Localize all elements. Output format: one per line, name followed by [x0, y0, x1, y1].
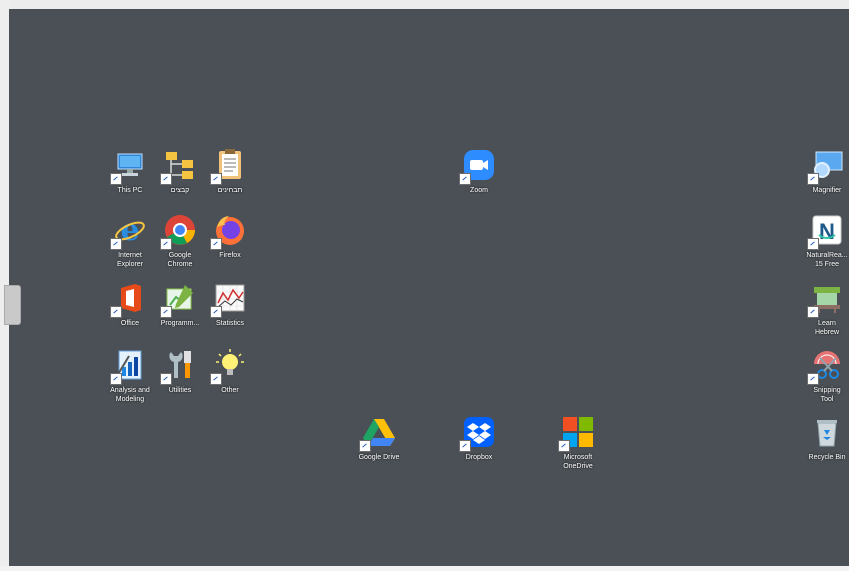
icon-label: Recycle Bin	[808, 454, 846, 461]
shortcut-arrow-icon	[459, 173, 471, 185]
google-drive-icon	[359, 415, 396, 452]
desktop-area[interactable]: This PC קבצים תבחינים e Internet Explore…	[9, 9, 849, 566]
shortcut-arrow-icon	[110, 173, 122, 185]
shortcut-arrow-icon	[807, 238, 819, 250]
desktop-icon-statistics[interactable]: Statistics	[199, 281, 261, 328]
icon-label: Statistics	[215, 320, 244, 327]
tools-icon	[160, 348, 197, 385]
shortcut-arrow-icon	[558, 440, 570, 452]
svg-text:e: e	[120, 213, 139, 247]
shortcut-arrow-icon	[160, 306, 172, 318]
shortcut-arrow-icon	[160, 373, 172, 385]
folder-tree-icon	[160, 148, 197, 185]
icon-label: Internet Explorer	[116, 252, 144, 268]
desktop-icon-naturalreader[interactable]: N NaturalRea... 15 Free	[796, 213, 849, 269]
shortcut-arrow-icon	[160, 173, 172, 185]
firefox-icon	[210, 213, 247, 250]
shortcut-arrow-icon	[110, 373, 122, 385]
window-top-border	[0, 0, 849, 9]
icon-label: Firefox	[219, 252, 241, 259]
icon-label: Zoom	[470, 187, 488, 194]
icon-label: Snipping Tool	[813, 387, 841, 403]
icon-label: Google Chrome	[167, 252, 193, 268]
computer-icon	[110, 148, 147, 185]
icon-label: קבצים	[170, 187, 190, 194]
desktop-icon-magnifier[interactable]: Magnifier	[796, 148, 849, 195]
office-icon	[110, 281, 147, 318]
icon-label: NaturalRea... 15 Free	[806, 252, 848, 268]
shortcut-arrow-icon	[359, 440, 371, 452]
icon-label: Dropbox	[465, 454, 493, 461]
dropbox-icon	[459, 415, 496, 452]
shortcut-arrow-icon	[160, 238, 172, 250]
shortcut-arrow-icon	[459, 440, 471, 452]
clipboard-icon	[210, 148, 247, 185]
desktop-icon-firefox[interactable]: Firefox	[199, 213, 261, 260]
icon-label: Utilities	[168, 387, 192, 394]
chrome-icon	[160, 213, 197, 250]
zoom-icon	[459, 148, 496, 185]
side-panel-handle[interactable]	[4, 285, 21, 325]
desktop-icon-dropbox[interactable]: Dropbox	[448, 415, 510, 462]
shortcut-arrow-icon	[110, 306, 122, 318]
icon-label: Magnifier	[812, 187, 842, 194]
window-bottom-border	[0, 566, 849, 571]
scissors-icon	[807, 348, 844, 385]
learn-hebrew-icon	[807, 281, 844, 318]
shortcut-arrow-icon	[210, 306, 222, 318]
statistics-chart-icon	[210, 281, 247, 318]
icon-label: Programm...	[160, 320, 200, 327]
recycle-bin-icon	[810, 415, 844, 449]
naturalreader-icon: N	[807, 213, 844, 250]
programming-icon	[160, 281, 197, 318]
desktop-icon-tests[interactable]: תבחינים	[199, 148, 261, 195]
icon-label: Learn Hebrew	[814, 320, 840, 336]
shortcut-arrow-icon	[210, 173, 222, 185]
shortcut-arrow-icon	[807, 306, 819, 318]
desktop-icon-other[interactable]: Other	[199, 348, 261, 395]
shortcut-arrow-icon	[807, 173, 819, 185]
internet-explorer-icon: e	[110, 213, 147, 250]
icon-label: תבחינים	[217, 187, 243, 194]
svg-text:N: N	[819, 219, 835, 244]
icon-label: Other	[221, 387, 239, 394]
shortcut-arrow-icon	[210, 373, 222, 385]
shortcut-arrow-icon	[110, 238, 122, 250]
lightbulb-icon	[210, 348, 247, 385]
desktop-icon-learn-hebrew[interactable]: Learn Hebrew	[796, 281, 849, 337]
icon-label: Google Drive	[358, 454, 400, 461]
icon-label: Analysis and Modeling	[110, 387, 150, 403]
icon-label: Microsoft OneDrive	[563, 454, 593, 470]
desktop-icon-recycle-bin[interactable]: Recycle Bin	[796, 415, 849, 462]
icon-label: This PC	[117, 187, 143, 194]
desktop-icon-snipping-tool[interactable]: Snipping Tool	[796, 348, 849, 404]
desktop-icon-google-drive[interactable]: Google Drive	[348, 415, 410, 462]
analysis-icon	[110, 348, 147, 385]
shortcut-arrow-icon	[210, 238, 222, 250]
microsoft-logo-icon	[558, 415, 595, 452]
desktop-icon-microsoft-onedrive[interactable]: Microsoft OneDrive	[547, 415, 609, 471]
shortcut-arrow-icon	[807, 373, 819, 385]
icon-label: Office	[120, 320, 140, 327]
desktop-icon-zoom[interactable]: Zoom	[448, 148, 510, 195]
magnifier-icon	[807, 148, 844, 185]
